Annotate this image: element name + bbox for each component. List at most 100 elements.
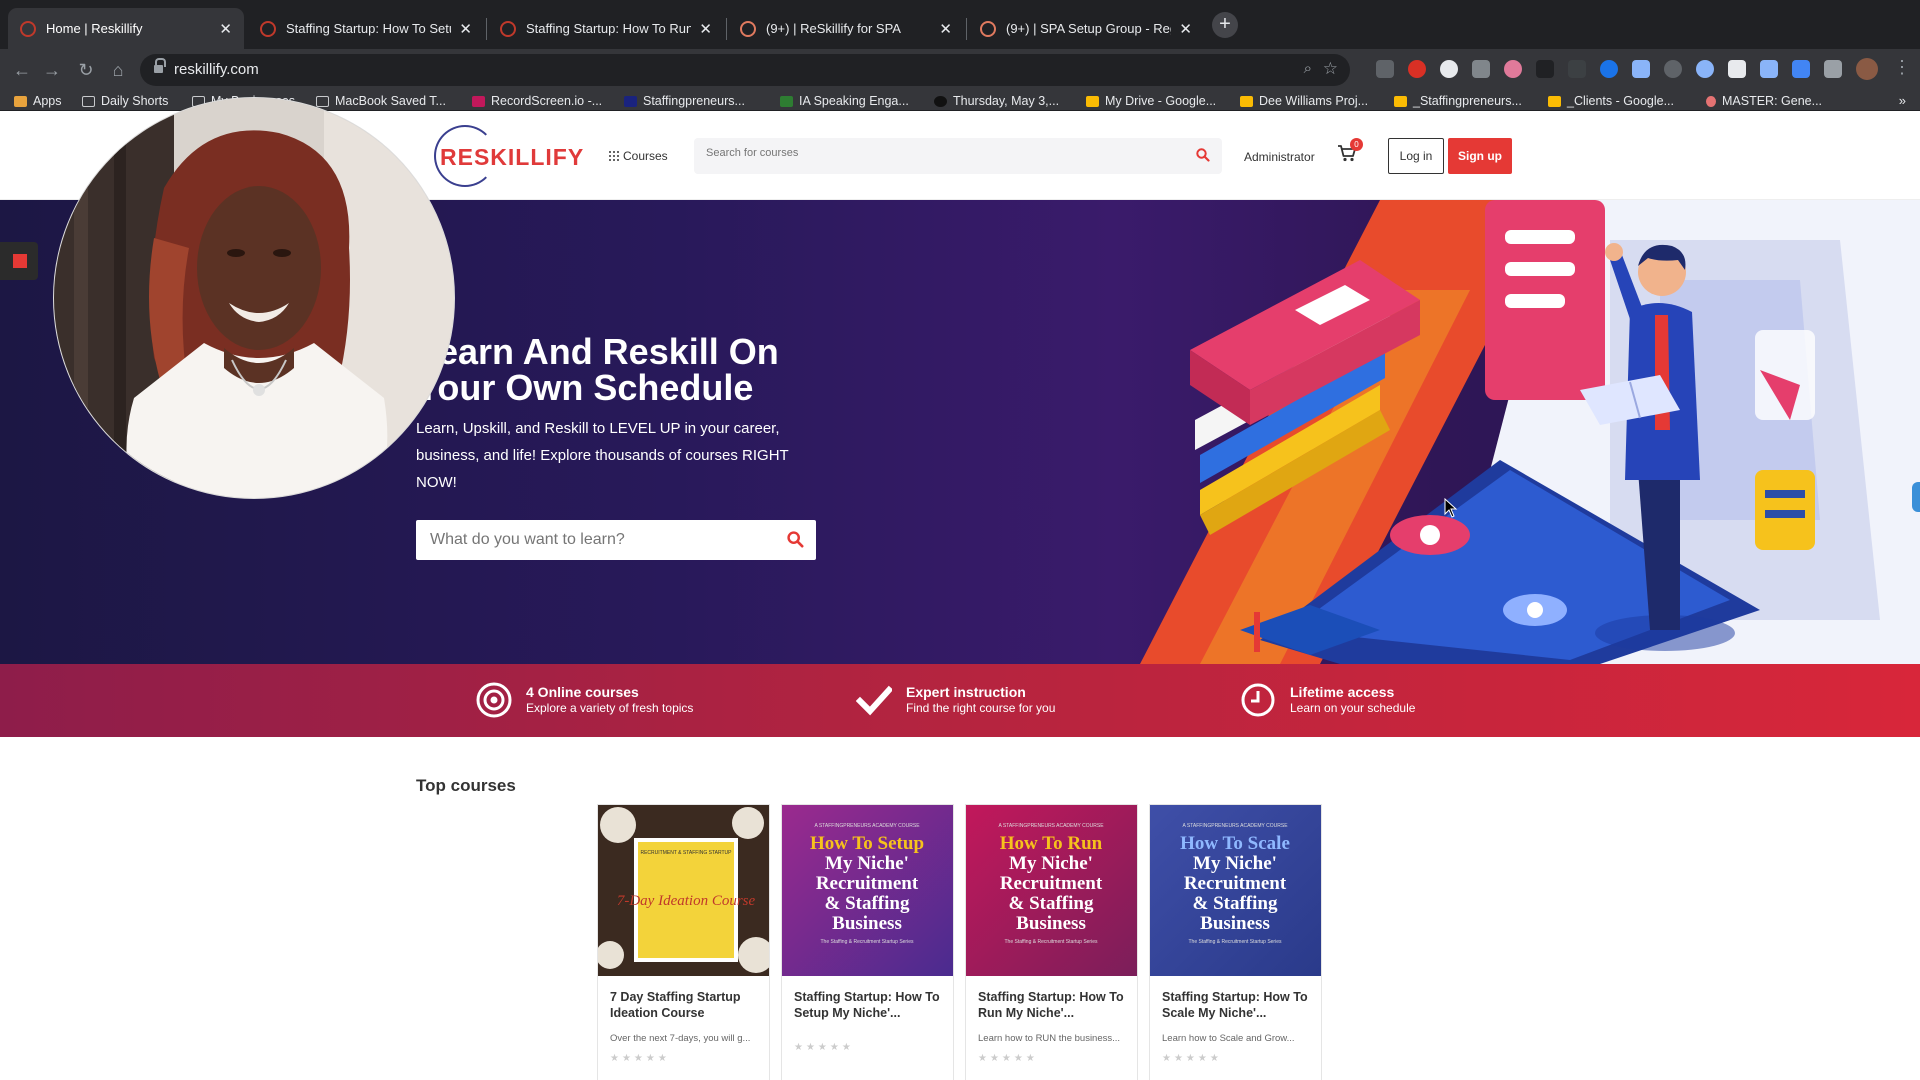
course-title[interactable]: 7 Day Staffing Startup Ideation Course — [598, 989, 769, 1023]
feature-description: Learn on your schedule — [1290, 701, 1416, 715]
thumb-line: Business — [832, 913, 902, 934]
bookmark-thursday[interactable]: Thursday, May 3,... — [934, 93, 1059, 109]
close-icon[interactable]: ✕ — [459, 20, 472, 38]
thumb-footer: The Staffing & Recruitment Startup Serie… — [1188, 939, 1282, 945]
extension-download-icon[interactable] — [1728, 60, 1746, 78]
administrator-link[interactable]: Administrator — [1244, 150, 1315, 164]
top-courses-heading: Top courses — [416, 776, 516, 795]
bookmark-daily-shorts[interactable]: Daily Shorts — [82, 93, 168, 109]
browser-menu-icon[interactable]: ⋮ — [1893, 57, 1911, 78]
recordscreen-icon — [472, 95, 485, 107]
bookmark-label: Thursday, May 3,... — [953, 94, 1060, 108]
extension-window-icon[interactable] — [1568, 60, 1586, 78]
check-icon — [856, 685, 892, 716]
bookmarks-overflow-icon[interactable]: » — [1899, 93, 1906, 108]
extension-notification-icon[interactable] — [1504, 60, 1522, 78]
bookmark-my-drive[interactable]: My Drive - Google... — [1086, 93, 1216, 109]
extension-recycle-icon[interactable] — [1376, 60, 1394, 78]
thumb-line: My Niche' — [1009, 853, 1093, 874]
course-card[interactable]: A STAFFINGPRENEURS ACADEMY COURSE How To… — [781, 804, 954, 1080]
browser-tab-reskillify-spa[interactable]: (9+) | ReSkillify for SPA ✕ — [728, 8, 964, 49]
close-icon[interactable]: ✕ — [939, 20, 952, 38]
extension-link-icon[interactable] — [1632, 60, 1650, 78]
forward-arrow-icon[interactable]: → — [38, 56, 66, 84]
extension-chat-icon[interactable] — [1440, 60, 1458, 78]
search-icon[interactable] — [787, 531, 804, 548]
course-title[interactable]: Staffing Startup: How To Setup My Niche'… — [782, 989, 953, 1023]
course-title[interactable]: Staffing Startup: How To Run My Niche'..… — [966, 989, 1137, 1023]
feature-expert-instruction: Expert instruction Find the right course… — [856, 682, 1055, 718]
feature-lifetime-access: Lifetime access Learn on your schedule — [1240, 682, 1415, 718]
close-icon[interactable]: ✕ — [1179, 20, 1192, 38]
course-card[interactable]: RECRUITMENT & STAFFING STARTUP 7-Day Ide… — [597, 804, 770, 1080]
thumb-line: & Staffing — [1193, 893, 1278, 914]
extension-screen-icon[interactable] — [1760, 60, 1778, 78]
eye-right — [273, 249, 291, 257]
extension-k-icon[interactable] — [1664, 60, 1682, 78]
address-bar[interactable]: reskillify.com ⌕ ☆ — [140, 54, 1350, 86]
signup-button[interactable]: Sign up — [1448, 138, 1512, 174]
close-icon[interactable]: ✕ — [699, 20, 712, 38]
bookmark-staffingpreneurs[interactable]: Staffingpreneurs... — [624, 93, 745, 109]
side-handle[interactable] — [1912, 482, 1920, 512]
browser-tab-run[interactable]: Staffing Startup: How To Run My Niche ✕ — [488, 8, 724, 49]
extension-globe-icon[interactable] — [1600, 60, 1618, 78]
back-arrow-icon[interactable]: ← — [8, 56, 36, 84]
extension-search-icon[interactable] — [1792, 60, 1810, 78]
bookmark-macbook-saved[interactable]: MacBook Saved T... — [316, 93, 446, 109]
bookmark-recordscreen[interactable]: RecordScreen.io -... — [472, 93, 602, 109]
bookmark-clients[interactable]: _Clients - Google... — [1548, 93, 1674, 109]
bookmark-ia-speaking[interactable]: IA Speaking Enga... — [780, 93, 909, 109]
master-doc-icon — [1706, 95, 1716, 107]
course-card[interactable]: A STAFFINGPRENEURS ACADEMY COURSE How To… — [1149, 804, 1322, 1080]
extension-adblock-icon[interactable] — [1408, 60, 1426, 78]
course-title[interactable]: Staffing Startup: How To Scale My Niche'… — [1150, 989, 1321, 1023]
reload-icon[interactable]: ↻ — [72, 56, 100, 84]
new-tab-button[interactable]: + — [1212, 12, 1238, 38]
cart-button[interactable]: 0 — [1337, 138, 1363, 166]
bookmark-apps[interactable]: Apps — [14, 93, 62, 109]
courses-menu-button[interactable]: Courses — [609, 149, 668, 163]
extension-puzzle-icon[interactable] — [1472, 60, 1490, 78]
extensions-puzzle-icon[interactable] — [1824, 60, 1842, 78]
bookmark-master[interactable]: MASTER: Gene... — [1706, 93, 1822, 109]
bookmark-label: _Staffingpreneurs... — [1413, 94, 1522, 108]
browser-tab-spa-setup[interactable]: (9+) | SPA Setup Group - Registration ✕ — [968, 8, 1204, 49]
reskillify-favicon-icon — [260, 20, 276, 37]
bookmark-star-icon[interactable]: ☆ — [1323, 59, 1338, 79]
bookmark-label: Dee Williams Proj... — [1259, 94, 1369, 108]
google-drive-icon — [1240, 95, 1253, 107]
record-stop-button[interactable] — [0, 242, 38, 280]
bookmark-label: Daily Shorts — [101, 94, 169, 108]
header-search-input[interactable] — [706, 147, 1176, 159]
close-icon[interactable]: ✕ — [219, 20, 232, 38]
profile-avatar[interactable] — [1856, 58, 1878, 80]
thumb-kicker: A STAFFINGPRENEURS ACADEMY COURSE — [1182, 823, 1288, 829]
search-icon[interactable] — [1196, 148, 1210, 162]
tab-title: (9+) | ReSkillify for SPA — [766, 21, 901, 36]
browser-tab-home[interactable]: Home | Reskillify ✕ — [8, 8, 244, 49]
reskillify-logo[interactable]: RESKILLIFY — [434, 123, 583, 189]
tab-title: (9+) | SPA Setup Group - Registration — [1006, 21, 1171, 36]
feature-title: Lifetime access — [1290, 684, 1395, 700]
bookmark-label: Apps — [33, 94, 62, 108]
hero-search-input[interactable] — [430, 531, 770, 549]
browser-tab-setup[interactable]: Staffing Startup: How To Setup My Niche … — [248, 8, 484, 49]
staffingpreneurs-icon — [624, 95, 637, 107]
zoom-icon[interactable]: ⌕ — [1304, 60, 1312, 77]
extension-wave-icon[interactable] — [1696, 60, 1714, 78]
thumb-line: Business — [1200, 913, 1270, 934]
course-thumbnail: A STAFFINGPRENEURS ACADEMY COURSE How To… — [966, 805, 1137, 976]
bookmark-label: MASTER: Gene... — [1722, 94, 1823, 108]
cap-tassel — [1254, 612, 1260, 652]
bookmark-dee-williams[interactable]: Dee Williams Proj... — [1240, 93, 1368, 109]
login-button[interactable]: Log in — [1388, 138, 1444, 174]
reskillify-favicon-icon — [20, 20, 36, 37]
extension-arrow-icon[interactable] — [1536, 60, 1554, 78]
bookmark-staffingpreneurs-drive[interactable]: _Staffingpreneurs... — [1394, 93, 1522, 109]
curtain-fold — [114, 98, 126, 498]
tab-title: Staffing Startup: How To Run My Niche — [526, 21, 692, 36]
course-card[interactable]: A STAFFINGPRENEURS ACADEMY COURSE How To… — [965, 804, 1138, 1080]
home-icon[interactable]: ⌂ — [104, 56, 132, 84]
hero-search-bar — [416, 520, 816, 560]
